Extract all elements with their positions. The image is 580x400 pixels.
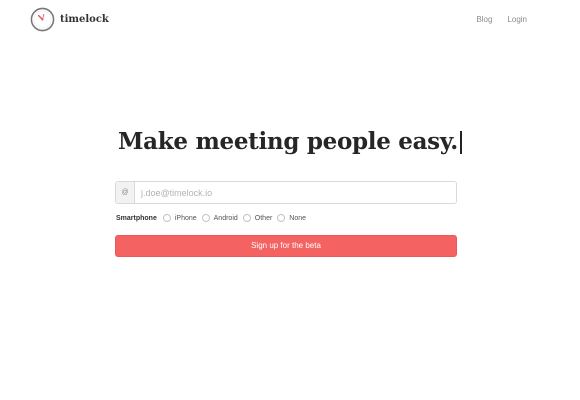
nav-links: Blog Login (476, 15, 527, 24)
smartphone-option-other[interactable]: Other (242, 214, 273, 222)
clock-logo-icon (30, 7, 55, 32)
option-label-android: Android (213, 214, 238, 222)
radio-android[interactable] (201, 214, 210, 222)
landing-page: timelock Blog Login Make meeting people … (0, 0, 580, 400)
top-navbar: timelock Blog Login (0, 0, 580, 40)
smartphone-label: Smartphone (116, 214, 157, 222)
option-label-other: Other (254, 214, 273, 222)
text-caret (459, 131, 462, 154)
smartphone-option-android[interactable]: Android (201, 214, 238, 222)
radio-iphone[interactable] (162, 214, 171, 222)
brand-name: timelock (60, 14, 109, 25)
hero-headline-text: Make meeting people easy. (118, 128, 458, 155)
hero-headline: Make meeting people easy. (0, 128, 580, 155)
option-label-iphone: iPhone (174, 214, 197, 222)
signup-beta-button[interactable]: Sign up for the beta (115, 235, 457, 257)
at-icon: @ (121, 189, 129, 196)
nav-link-blog[interactable]: Blog (476, 15, 492, 24)
email-input[interactable] (135, 182, 456, 203)
smartphone-option-none[interactable]: None (277, 214, 306, 222)
radio-none[interactable] (277, 214, 286, 222)
email-input-group: @ (115, 181, 457, 204)
smartphone-options: Smartphone iPhone Android Other None (116, 214, 311, 222)
option-label-none: None (289, 214, 307, 222)
radio-other[interactable] (242, 214, 251, 222)
brand-link[interactable]: timelock (30, 7, 109, 32)
smartphone-option-iphone[interactable]: iPhone (162, 214, 197, 222)
nav-link-login[interactable]: Login (507, 15, 527, 24)
email-addon: @ (116, 182, 135, 203)
